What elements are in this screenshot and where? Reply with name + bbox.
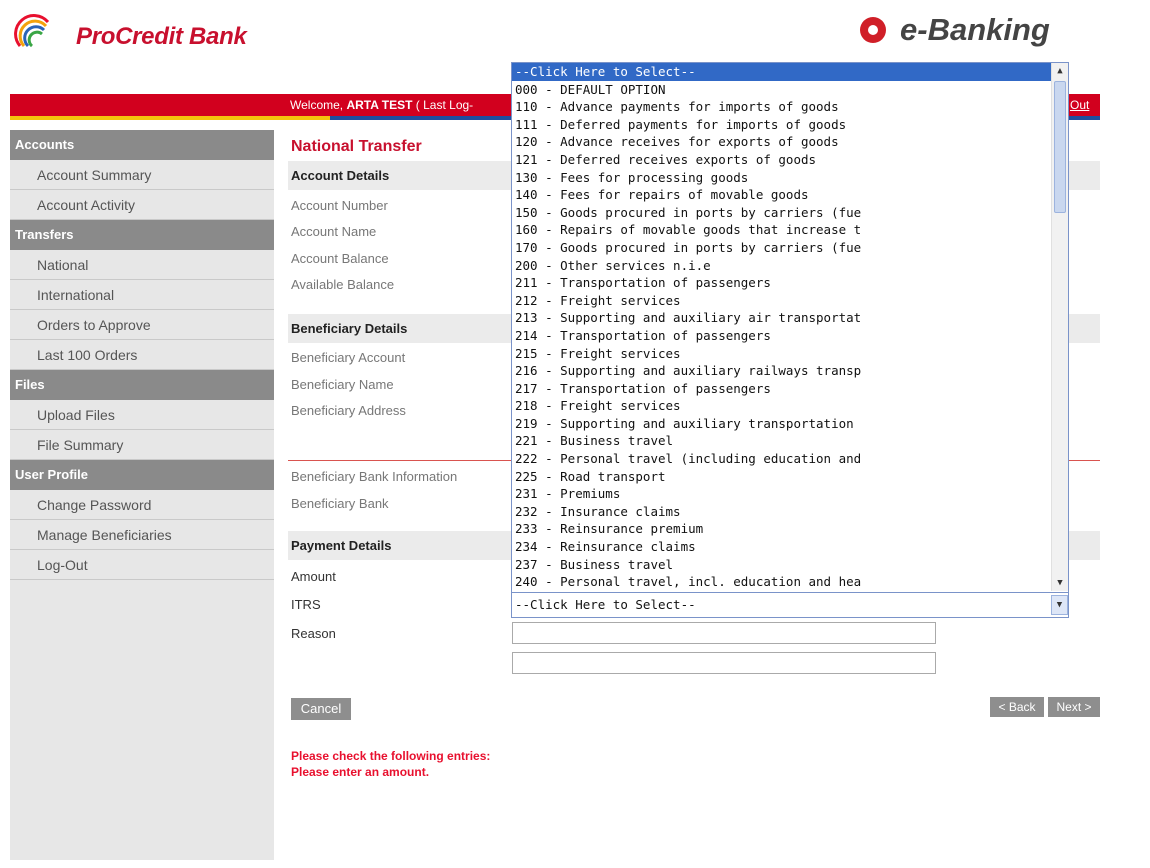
itrs-option[interactable]: 234 - Reinsurance claims [512, 538, 1052, 556]
procredit-logo[interactable]: ProCredit Bank [14, 12, 247, 52]
sidebar-section-accounts[interactable]: Accounts [10, 130, 274, 160]
label-amount: Amount [291, 569, 336, 584]
sidebar-item-national[interactable]: National [10, 250, 274, 280]
sidebar-item-change-password[interactable]: Change Password [10, 490, 274, 520]
sidebar-section-transfers[interactable]: Transfers [10, 220, 274, 250]
itrs-option[interactable]: 216 - Supporting and auxiliary railways … [512, 362, 1052, 380]
label-beneficiary-bank: Beneficiary Bank [291, 496, 389, 511]
itrs-option[interactable]: 225 - Road transport [512, 468, 1052, 486]
label-beneficiary-bank-information: Beneficiary Bank Information [291, 469, 458, 484]
ebanking-logo: e-Banking [860, 12, 1050, 48]
itrs-option[interactable]: 231 - Premiums [512, 485, 1052, 503]
itrs-option[interactable]: 140 - Fees for repairs of movable goods [512, 186, 1052, 204]
sidebar-section-user-profile[interactable]: User Profile [10, 460, 274, 490]
itrs-option[interactable]: 240 - Personal travel, incl. education a… [512, 573, 1052, 591]
label-available-balance: Available Balance [291, 277, 395, 292]
itrs-option[interactable]: 215 - Freight services [512, 345, 1052, 363]
sidebar-item-account-activity[interactable]: Account Activity [10, 190, 274, 220]
cancel-button[interactable]: Cancel [291, 698, 351, 720]
sidebar-item-last-100-orders[interactable]: Last 100 Orders [10, 340, 274, 370]
itrs-option[interactable]: 111 - Deferred payments for imports of g… [512, 116, 1052, 134]
scroll-down-icon[interactable]: ▼ [1052, 575, 1068, 591]
itrs-option[interactable]: 218 - Freight services [512, 397, 1052, 415]
label-beneficiary-address: Beneficiary Address [291, 403, 406, 418]
sidebar-item-file-summary[interactable]: File Summary [10, 430, 274, 460]
itrs-option[interactable]: 211 - Transportation of passengers [512, 274, 1052, 292]
sidebar-item-manage-beneficiaries[interactable]: Manage Beneficiaries [10, 520, 274, 550]
itrs-option[interactable]: 214 - Transportation of passengers [512, 327, 1052, 345]
itrs-option[interactable]: --Click Here to Select-- [512, 63, 1052, 81]
itrs-option[interactable]: 237 - Business travel [512, 556, 1052, 574]
itrs-scrollbar[interactable]: ▲ ▼ [1051, 63, 1068, 591]
sidebar-section-files[interactable]: Files [10, 370, 274, 400]
itrs-option[interactable]: 222 - Personal travel (including educati… [512, 450, 1052, 468]
itrs-option[interactable]: 000 - DEFAULT OPTION [512, 81, 1052, 99]
sidebar-item-log-out[interactable]: Log-Out [10, 550, 274, 580]
label-reason: Reason [291, 626, 336, 641]
user-name: ARTA TEST [346, 98, 413, 112]
error-title: Please check the following entries: [291, 749, 491, 763]
itrs-option[interactable]: 110 - Advance payments for imports of go… [512, 98, 1052, 116]
next-button[interactable]: Next > [1048, 697, 1100, 717]
itrs-option[interactable]: 233 - Reinsurance premium [512, 520, 1052, 538]
itrs-option[interactable]: 160 - Repairs of movable goods that incr… [512, 221, 1052, 239]
sidebar-item-upload-files[interactable]: Upload Files [10, 400, 274, 430]
page: ProCredit Bank e-Banking Welcome, ARTA T… [0, 0, 1150, 868]
itrs-option[interactable]: 120 - Advance receives for exports of go… [512, 133, 1052, 151]
reason-input-line-1[interactable] [512, 622, 936, 644]
back-button[interactable]: < Back [990, 697, 1044, 717]
chevron-down-icon[interactable]: ▼ [1051, 595, 1068, 615]
error-amount: Please enter an amount. [291, 765, 430, 779]
scroll-thumb[interactable] [1054, 81, 1066, 213]
sidebar-item-international[interactable]: International [10, 280, 274, 310]
ebanking-icon [860, 17, 886, 43]
welcome-text: Welcome, ARTA TEST ( Last Log- [290, 98, 474, 112]
product-name: e-Banking [900, 12, 1050, 47]
sidebar-item-account-summary[interactable]: Account Summary [10, 160, 274, 190]
label-beneficiary-account: Beneficiary Account [291, 350, 406, 365]
itrs-option[interactable]: 170 - Goods procured in ports by carrier… [512, 239, 1052, 257]
itrs-option[interactable]: 212 - Freight services [512, 292, 1052, 310]
error-messages: Please check the following entries: Plea… [291, 748, 490, 780]
itrs-option[interactable]: 150 - Goods procured in ports by carrier… [512, 204, 1052, 222]
itrs-option[interactable]: 130 - Fees for processing goods [512, 169, 1052, 187]
label-account-balance: Account Balance [291, 251, 389, 266]
reason-input-line-2[interactable] [512, 652, 936, 674]
scroll-up-icon[interactable]: ▲ [1052, 63, 1068, 79]
label-itrs: ITRS [291, 597, 321, 612]
itrs-option[interactable]: 200 - Other services n.i.e [512, 257, 1052, 275]
itrs-option[interactable]: 221 - Business travel [512, 432, 1052, 450]
label-beneficiary-name: Beneficiary Name [291, 377, 394, 392]
sidebar-item-orders-to-approve[interactable]: Orders to Approve [10, 310, 274, 340]
itrs-option[interactable]: 121 - Deferred receives exports of goods [512, 151, 1052, 169]
label-account-name: Account Name [291, 224, 377, 239]
logout-link[interactable]: Out [1070, 98, 1089, 112]
itrs-option[interactable]: 219 - Supporting and auxiliary transport… [512, 415, 1052, 433]
itrs-option[interactable]: 232 - Insurance claims [512, 503, 1052, 521]
page-title: National Transfer [291, 138, 422, 155]
bank-name: ProCredit Bank [76, 23, 247, 50]
label-account-number: Account Number [291, 198, 388, 213]
itrs-dropdown[interactable]: --Click Here to Select-- 000 - DEFAULT OP… [511, 62, 1069, 618]
sidebar: Accounts Account Summary Account Activit… [10, 130, 274, 860]
itrs-selected-value: --Click Here to Select-- [515, 597, 696, 612]
procredit-rings-icon [14, 12, 54, 52]
itrs-option[interactable]: 213 - Supporting and auxiliary air trans… [512, 309, 1052, 327]
itrs-options-list[interactable]: --Click Here to Select-- 000 - DEFAULT OP… [512, 63, 1052, 591]
itrs-select[interactable]: --Click Here to Select-- ▼ [512, 592, 1068, 617]
itrs-option[interactable]: 217 - Transportation of passengers [512, 380, 1052, 398]
